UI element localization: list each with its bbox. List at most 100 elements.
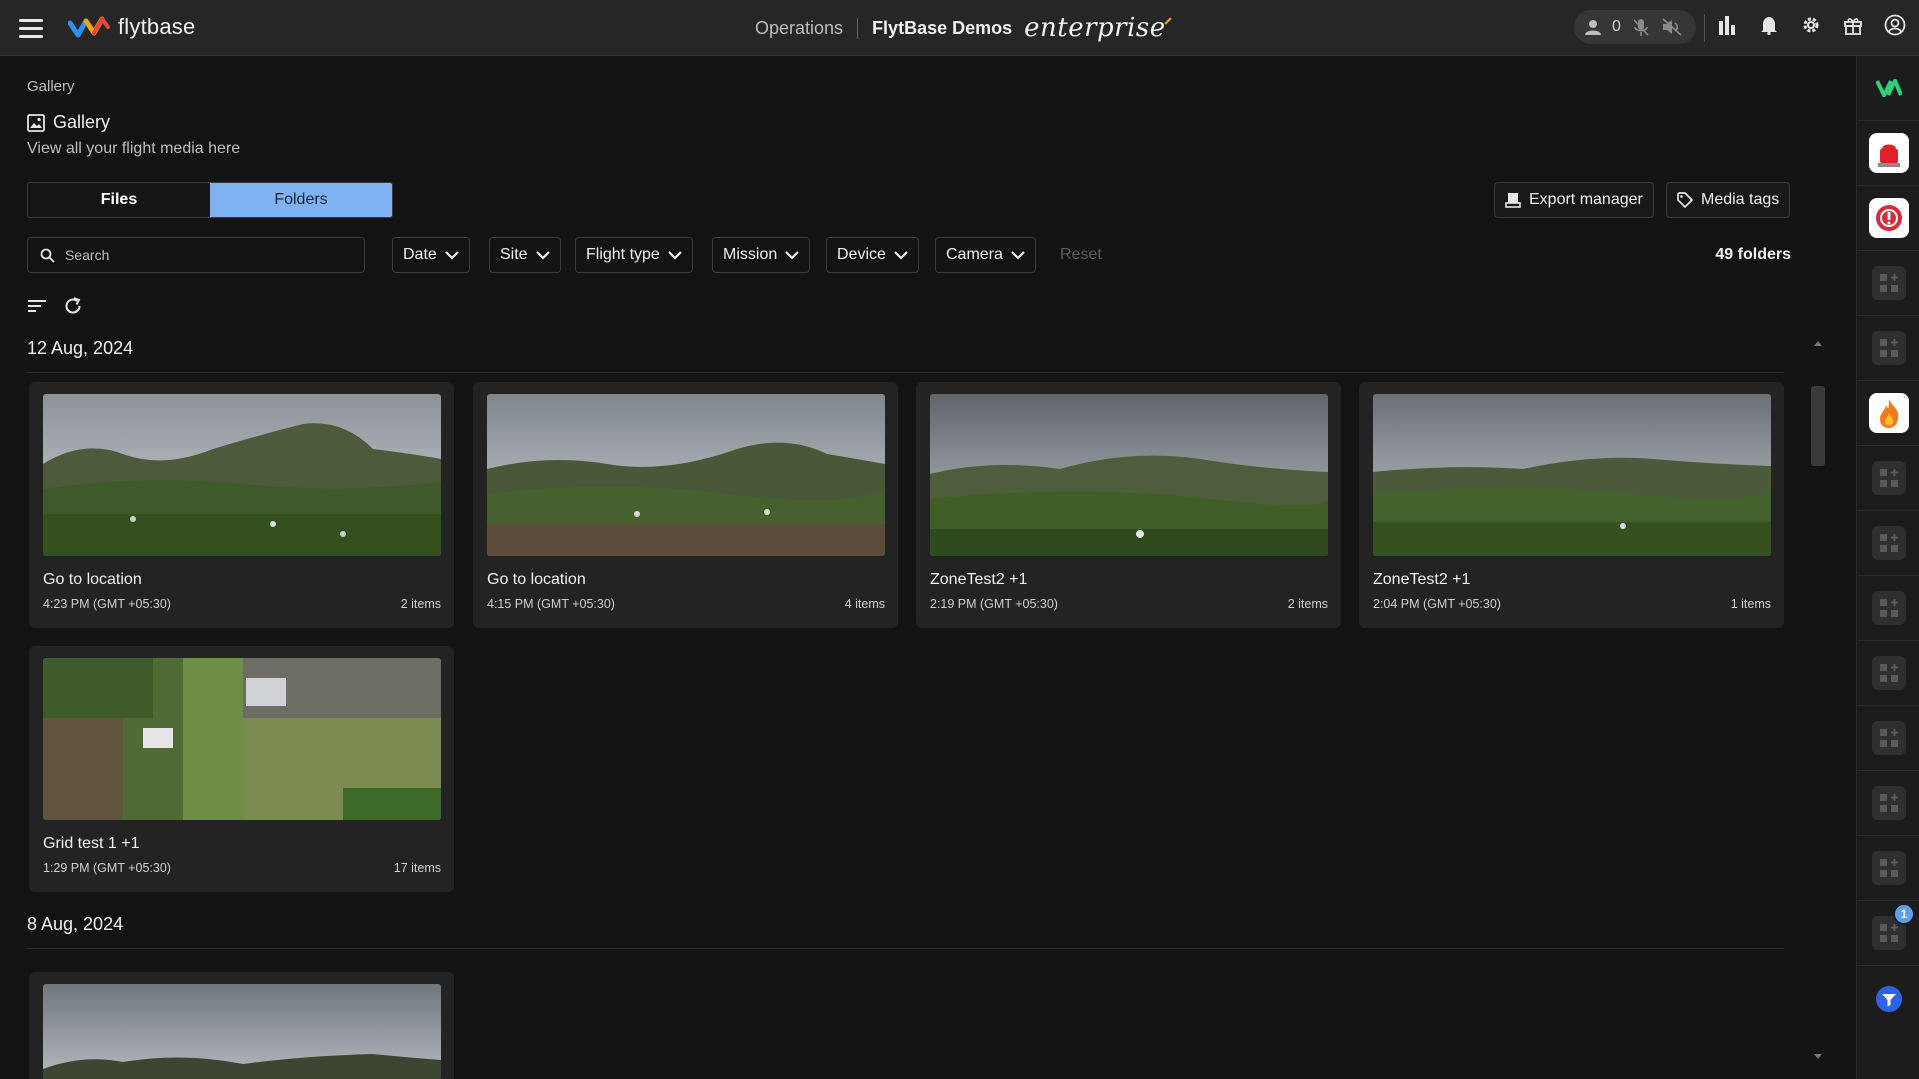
chevron-down-icon bbox=[535, 251, 550, 260]
tab-folders[interactable]: Folders bbox=[210, 183, 392, 217]
breadcrumb[interactable]: Gallery bbox=[27, 78, 75, 95]
export-manager-button[interactable]: Export manager bbox=[1494, 182, 1654, 218]
export-manager-label: Export manager bbox=[1529, 191, 1643, 208]
app-slot[interactable] bbox=[1857, 836, 1919, 901]
folder-time: 2:04 PM (GMT +05:30) bbox=[1373, 597, 1501, 611]
mic-muted-icon[interactable] bbox=[1631, 17, 1651, 37]
device-filter[interactable]: Device bbox=[826, 237, 919, 273]
alert-app-icon bbox=[1868, 198, 1909, 238]
view-toggle: Files Folders bbox=[27, 182, 393, 218]
app-slot[interactable] bbox=[1857, 511, 1919, 576]
search-box[interactable] bbox=[27, 237, 365, 273]
app-slot[interactable] bbox=[1857, 316, 1919, 381]
reset-filters-button[interactable]: Reset bbox=[1060, 246, 1102, 264]
folder-time: 1:29 PM (GMT +05:30) bbox=[43, 861, 171, 875]
list-tools bbox=[27, 296, 83, 316]
folder-thumbnail bbox=[43, 984, 441, 1079]
site-filter[interactable]: Site bbox=[489, 237, 561, 273]
camera-filter[interactable]: Camera bbox=[935, 237, 1036, 273]
siren-icon bbox=[1868, 133, 1909, 173]
media-tags-button[interactable]: Media tags bbox=[1666, 182, 1791, 218]
app-sidebar: 1 bbox=[1856, 56, 1919, 1079]
chevron-down-icon bbox=[668, 251, 682, 260]
date-group-heading: 8 Aug, 2024 bbox=[27, 914, 124, 934]
app-filter[interactable] bbox=[1857, 966, 1919, 1031]
app-slot-with-badge[interactable]: 1 bbox=[1857, 901, 1919, 966]
app-slot[interactable] bbox=[1857, 641, 1919, 706]
folder-item-count: 17 items bbox=[393, 861, 441, 875]
date-group-heading: 12 Aug, 2024 bbox=[27, 338, 134, 358]
folder-item-count: 4 items bbox=[844, 597, 885, 611]
app-slot[interactable] bbox=[1857, 771, 1919, 836]
refresh-icon[interactable] bbox=[63, 296, 83, 316]
flight-type-filter-label: Flight type bbox=[586, 246, 660, 263]
app-placeholder-icon bbox=[1871, 656, 1906, 690]
app-siren[interactable] bbox=[1857, 121, 1919, 186]
flight-type-filter[interactable]: Flight type bbox=[575, 237, 693, 273]
mission-filter[interactable]: Mission bbox=[712, 237, 811, 273]
operations-link[interactable]: Operations bbox=[755, 17, 859, 39]
app-va-logo[interactable] bbox=[1857, 56, 1919, 121]
bell-icon[interactable] bbox=[1756, 12, 1782, 38]
account-icon[interactable] bbox=[1882, 12, 1908, 38]
analytics-icon[interactable] bbox=[1714, 12, 1740, 38]
folder-name: Go to location bbox=[487, 571, 586, 588]
operator-status-pill[interactable]: 0 bbox=[1574, 10, 1696, 44]
date-filter[interactable]: Date bbox=[392, 237, 470, 273]
search-input[interactable] bbox=[65, 247, 345, 263]
folder-card[interactable]: Go to location 4:23 PM (GMT +05:30) 2 it… bbox=[29, 382, 454, 628]
folder-card[interactable] bbox=[29, 972, 454, 1079]
folder-time: 4:23 PM (GMT +05:30) bbox=[43, 597, 171, 611]
search-icon bbox=[40, 248, 55, 263]
scrollbar-thumb[interactable] bbox=[1811, 386, 1825, 466]
app-slot[interactable] bbox=[1857, 446, 1919, 511]
folder-thumbnail bbox=[1373, 394, 1771, 556]
chevron-down-icon bbox=[785, 251, 800, 260]
chevron-down-icon bbox=[445, 251, 459, 260]
folder-thumbnail bbox=[487, 394, 885, 556]
app-placeholder-icon bbox=[1871, 786, 1906, 820]
folder-card[interactable]: ZoneTest2 +1 2:19 PM (GMT +05:30) 2 item… bbox=[916, 382, 1341, 628]
sort-icon[interactable] bbox=[27, 298, 47, 314]
gift-icon[interactable] bbox=[1840, 12, 1866, 38]
folder-count: 49 folders bbox=[1715, 246, 1791, 263]
edition-label: enterprise bbox=[1024, 13, 1166, 43]
folder-thumbnail bbox=[43, 658, 441, 820]
folder-thumbnail bbox=[43, 394, 441, 556]
app-slot[interactable] bbox=[1857, 576, 1919, 641]
speaker-muted-icon[interactable] bbox=[1661, 17, 1683, 37]
fire-icon bbox=[1868, 393, 1909, 433]
app-placeholder-icon bbox=[1871, 461, 1906, 495]
device-filter-label: Device bbox=[837, 246, 886, 263]
organization-name[interactable]: FlytBase Demos bbox=[858, 18, 1012, 39]
app-alert[interactable] bbox=[1857, 186, 1919, 251]
gear-icon[interactable] bbox=[1798, 12, 1824, 38]
page-title: Gallery bbox=[27, 112, 110, 133]
app-fire[interactable] bbox=[1857, 381, 1919, 446]
tab-files[interactable]: Files bbox=[28, 183, 210, 217]
app-placeholder-icon bbox=[1871, 721, 1906, 755]
logo-text: flytbase bbox=[118, 14, 196, 39]
date-filter-label: Date bbox=[403, 246, 437, 263]
site-filter-label: Site bbox=[500, 246, 528, 263]
folder-thumbnail bbox=[930, 394, 1328, 556]
top-bar: flytbase Operations FlytBase Demos enter… bbox=[0, 0, 1919, 56]
app-placeholder-icon bbox=[1871, 851, 1906, 885]
date-divider bbox=[27, 948, 1784, 949]
folder-name: Go to location bbox=[43, 571, 142, 588]
menu-icon[interactable] bbox=[19, 19, 43, 38]
va-logo-icon bbox=[1875, 79, 1902, 97]
workspace-header: Operations FlytBase Demos enterprise bbox=[755, 13, 1172, 43]
user-icon bbox=[1585, 20, 1601, 35]
chevron-down-icon bbox=[1011, 251, 1025, 260]
folder-card[interactable]: Go to location 4:15 PM (GMT +05:30) 4 it… bbox=[473, 382, 898, 628]
page-subtitle: View all your flight media here bbox=[27, 140, 241, 157]
notification-badge: 1 bbox=[1893, 903, 1915, 925]
flytbase-logo[interactable]: flytbase bbox=[68, 14, 195, 40]
folder-card[interactable]: Grid test 1 +1 1:29 PM (GMT +05:30) 17 i… bbox=[29, 646, 454, 892]
app-slot[interactable] bbox=[1857, 706, 1919, 771]
app-slot[interactable] bbox=[1857, 251, 1919, 316]
edition-mark-icon bbox=[1163, 17, 1172, 25]
media-tags-label: Media tags bbox=[1701, 191, 1780, 208]
folder-card[interactable]: ZoneTest2 +1 2:04 PM (GMT +05:30) 1 item… bbox=[1359, 382, 1784, 628]
